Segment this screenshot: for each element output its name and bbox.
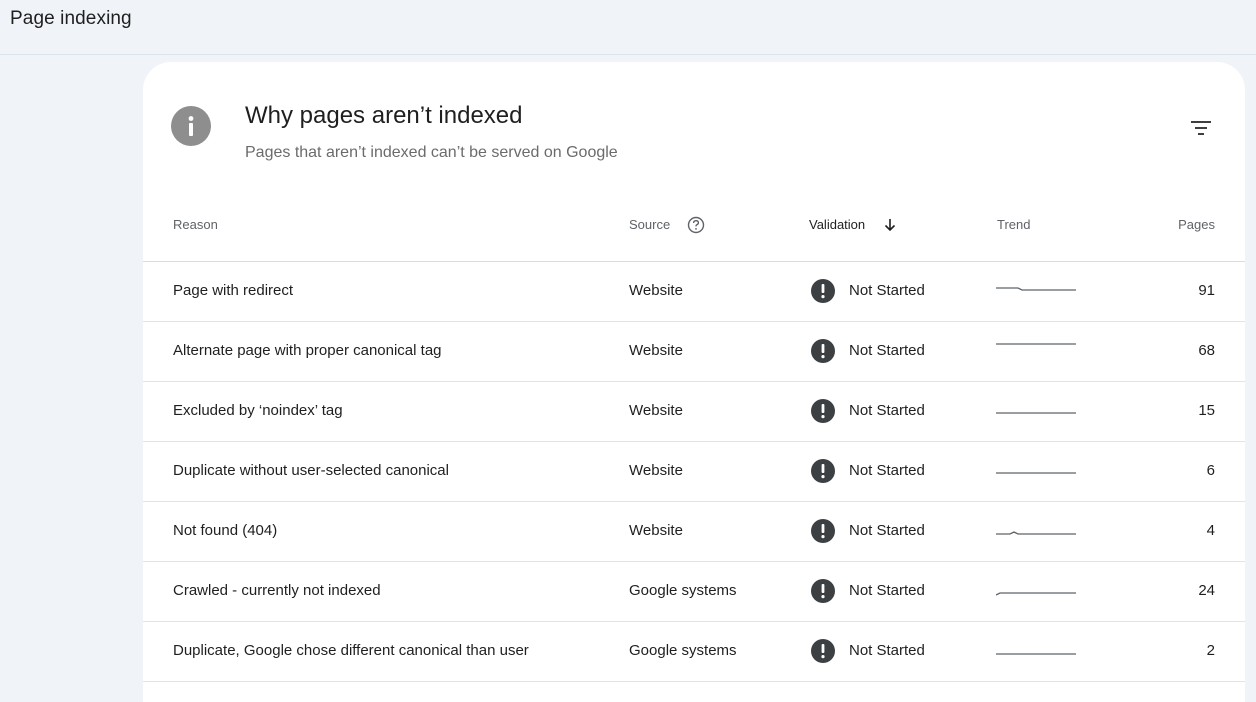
table-row[interactable]: Alternate page with proper canonical tag… [143,322,1245,382]
pages-count: 68 [1198,342,1215,359]
top-bar: Page indexing [0,0,1256,55]
source-cell: Google systems [629,582,737,599]
reason-cell: Crawled - currently not indexed [173,582,381,599]
trend-sparkline [996,653,1076,655]
table-row[interactable]: Not found (404) Website Not Started 4 [143,502,1245,562]
table-row[interactable]: Page with redirect Website Not Started 9… [143,262,1245,322]
exclamation-circle-icon [811,339,835,363]
source-cell: Website [629,522,683,539]
pages-count: 15 [1198,402,1215,419]
column-header-pages: Pages [1178,217,1215,232]
pages-count: 2 [1206,642,1215,659]
table-row[interactable]: Crawled - currently not indexed Google s… [143,562,1245,622]
reason-cell: Duplicate, Google chose different canoni… [173,642,529,659]
exclamation-circle-icon [811,639,835,663]
exclamation-circle-icon [811,459,835,483]
validation-status: Not Started [849,342,925,359]
arrow-down-icon[interactable] [883,218,897,232]
pages-count: 6 [1206,462,1215,479]
trend-sparkline [996,343,1076,345]
validation-status: Not Started [849,522,925,539]
reason-cell: Alternate page with proper canonical tag [173,342,442,359]
reason-cell: Page with redirect [173,282,294,299]
validation-status: Not Started [849,402,925,419]
source-cell: Website [629,402,683,419]
validation-status: Not Started [849,462,925,479]
exclamation-circle-icon [811,579,835,603]
column-header-trend: Trend [997,217,1031,232]
trend-sparkline [996,531,1076,535]
info-icon [171,106,211,146]
source-cell: Website [629,342,683,359]
validation-status: Not Started [849,282,925,299]
table-row[interactable]: Excluded by ‘noindex’ tag Website Not St… [143,382,1245,442]
filter-icon[interactable] [1187,116,1215,140]
reason-cell: Duplicate without user-selected canonica… [173,462,449,479]
column-header-source: Source [629,217,671,232]
exclamation-circle-icon [811,399,835,423]
source-cell: Website [629,462,683,479]
table-row[interactable]: Duplicate, Google chose different canoni… [143,622,1245,682]
trend-sparkline [996,472,1076,474]
exclamation-circle-icon [811,519,835,543]
card-title: Why pages aren’t indexed [245,102,523,129]
trend-sparkline [996,592,1076,596]
column-header-reason: Reason [173,217,218,232]
validation-status: Not Started [849,582,925,599]
validation-status: Not Started [849,642,925,659]
pages-count: 91 [1198,282,1215,299]
column-header-validation[interactable]: Validation [809,217,865,232]
not-indexed-card: Why pages aren’t indexed Pages that aren… [143,62,1245,702]
source-cell: Google systems [629,642,737,659]
pages-count: 4 [1206,522,1215,539]
help-circle-icon[interactable] [687,216,705,234]
source-cell: Website [629,282,683,299]
table-row[interactable]: Duplicate without user-selected canonica… [143,442,1245,502]
reason-cell: Excluded by ‘noindex’ tag [173,402,343,419]
card-subtitle: Pages that aren’t indexed can’t be serve… [245,144,618,161]
pages-count: 24 [1198,582,1215,599]
trend-sparkline [996,412,1076,414]
reason-cell: Not found (404) [173,522,278,539]
exclamation-circle-icon [811,279,835,303]
page-title: Page indexing [10,8,132,29]
trend-sparkline [996,287,1076,291]
